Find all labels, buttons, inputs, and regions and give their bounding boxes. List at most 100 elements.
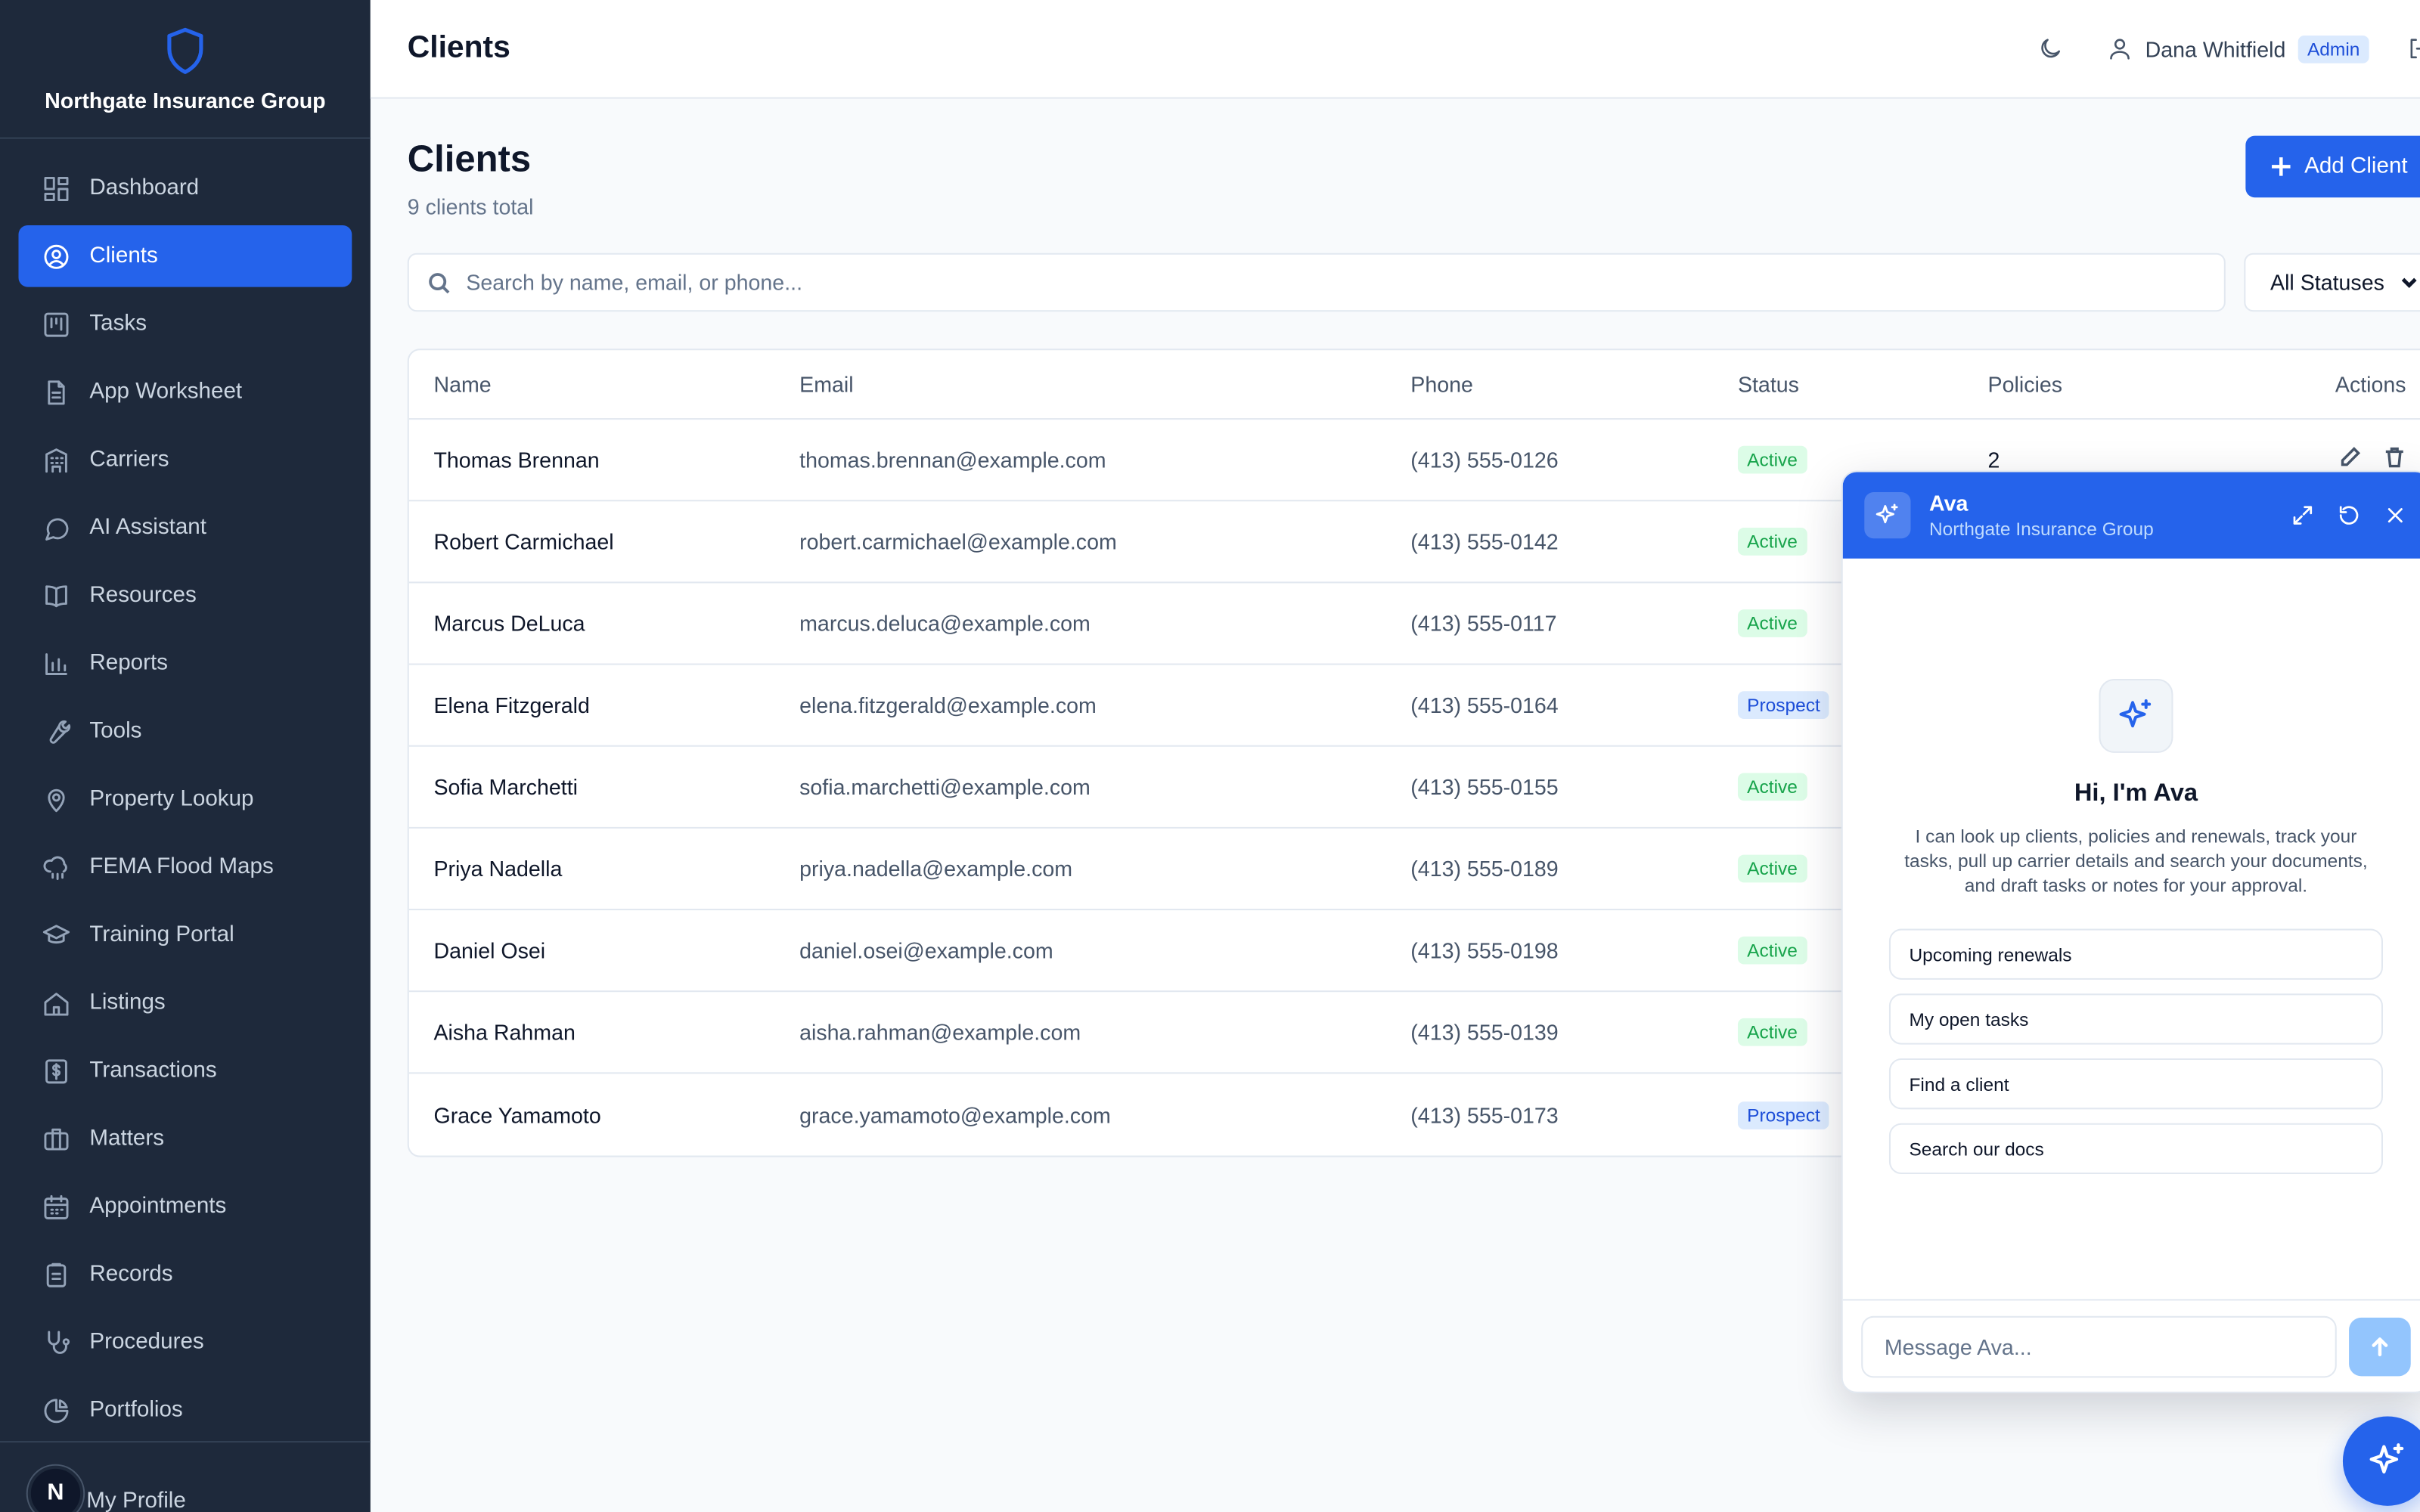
map-pin-icon bbox=[40, 784, 71, 815]
moon-icon[interactable] bbox=[2037, 36, 2064, 62]
sidebar-item-label: App Worksheet bbox=[89, 380, 243, 404]
sidebar-item-label: Tools bbox=[89, 719, 142, 744]
brand-name: Northgate Insurance Group bbox=[45, 87, 326, 112]
chat-body: Hi, I'm Ava I can look up clients, polic… bbox=[1843, 559, 2420, 1306]
client-name[interactable]: Marcus DeLuca bbox=[409, 611, 799, 636]
client-phone: (413) 555-0189 bbox=[1410, 856, 1559, 881]
sidebar-item-label: Reports bbox=[89, 651, 169, 676]
status-badge: Active bbox=[1737, 609, 1807, 637]
client-name[interactable]: Daniel Osei bbox=[409, 938, 799, 963]
home-icon bbox=[40, 987, 71, 1018]
my-profile-link[interactable]: My Profile bbox=[86, 1488, 186, 1512]
suggestion-button[interactable]: Search our docs bbox=[1888, 1123, 2383, 1175]
sidebar-item-portfolios[interactable]: Portfolios bbox=[18, 1379, 352, 1441]
sidebar-item-appointments[interactable]: Appointments bbox=[18, 1176, 352, 1238]
sidebar-item-label: Matters bbox=[89, 1126, 165, 1151]
clipboard-icon bbox=[40, 1259, 71, 1290]
column-header-policies[interactable]: Policies bbox=[1988, 372, 2189, 397]
message-input[interactable] bbox=[1884, 1334, 2314, 1359]
send-button[interactable] bbox=[2349, 1316, 2411, 1376]
client-count: 9 clients total bbox=[407, 194, 534, 219]
sidebar-item-label: Tasks bbox=[89, 311, 147, 336]
client-name[interactable]: Robert Carmichael bbox=[409, 529, 799, 554]
client-name[interactable]: Sofia Marchetti bbox=[409, 774, 799, 799]
column-header-status[interactable]: Status bbox=[1738, 372, 1988, 397]
status-filter-select[interactable]: All Statuses bbox=[2244, 253, 2420, 312]
message-field[interactable] bbox=[1861, 1315, 2337, 1377]
sparkles-icon bbox=[2099, 678, 2173, 753]
client-phone: (413) 555-0142 bbox=[1410, 528, 1559, 554]
book-icon bbox=[40, 580, 71, 611]
add-client-button[interactable]: Add Client bbox=[2245, 135, 2420, 198]
suggestion-button[interactable]: My open tasks bbox=[1888, 993, 2383, 1045]
search-box[interactable] bbox=[407, 253, 2226, 312]
avatar[interactable]: N bbox=[27, 1464, 84, 1512]
sidebar-item-transactions[interactable]: Transactions bbox=[18, 1040, 352, 1101]
suggestion-button[interactable]: Upcoming renewals bbox=[1888, 928, 2383, 980]
column-header-actions: Actions bbox=[2335, 371, 2406, 397]
sidebar-item-carriers[interactable]: Carriers bbox=[18, 429, 352, 491]
suggestion-list: Upcoming renewals My open tasks Find a c… bbox=[1888, 928, 2383, 1188]
sidebar-item-label: Property Lookup bbox=[89, 786, 254, 812]
user-menu[interactable]: Dana Whitfield Admin bbox=[2107, 34, 2369, 63]
client-name[interactable]: Priya Nadella bbox=[409, 857, 799, 881]
client-email: marcus.deluca@example.com bbox=[799, 611, 1091, 636]
sidebar-item-fema-flood-maps[interactable]: FEMA Flood Maps bbox=[18, 836, 352, 898]
sidebar-item-label: Listings bbox=[89, 990, 166, 1015]
client-name[interactable]: Aisha Rahman bbox=[409, 1020, 799, 1045]
chat-bubble-icon bbox=[40, 513, 71, 544]
topbar: Clients Dana Whitfield Admin bbox=[370, 0, 2420, 99]
assistant-name: Ava bbox=[1929, 490, 1969, 516]
status-badge: Active bbox=[1737, 527, 1807, 556]
sidebar-item-tools[interactable]: Tools bbox=[18, 701, 352, 763]
sidebar-item-matters[interactable]: Matters bbox=[18, 1108, 352, 1170]
client-email: aisha.rahman@example.com bbox=[799, 1019, 1081, 1045]
sidebar-item-dashboard[interactable]: Dashboard bbox=[18, 157, 352, 219]
close-icon[interactable] bbox=[2383, 503, 2408, 528]
column-header-email[interactable]: Email bbox=[799, 372, 1410, 397]
client-phone: (413) 555-0198 bbox=[1410, 937, 1559, 963]
search-input[interactable] bbox=[466, 270, 2206, 295]
sidebar-item-app-worksheet[interactable]: App Worksheet bbox=[18, 361, 352, 423]
status-badge: Active bbox=[1737, 1018, 1807, 1046]
sidebar-item-reports[interactable]: Reports bbox=[18, 633, 352, 695]
sparkles-icon bbox=[2369, 1443, 2404, 1474]
logout-icon[interactable] bbox=[2406, 36, 2420, 62]
bar-chart-icon bbox=[40, 648, 71, 679]
wrench-icon bbox=[40, 716, 71, 747]
refresh-icon[interactable] bbox=[2337, 503, 2362, 528]
add-client-label: Add Client bbox=[2304, 154, 2408, 179]
sidebar-item-tasks[interactable]: Tasks bbox=[18, 293, 352, 355]
shield-icon bbox=[167, 26, 203, 73]
expand-icon[interactable] bbox=[2291, 503, 2316, 528]
sidebar-item-label: Clients bbox=[89, 243, 158, 269]
sidebar-item-training-portal[interactable]: Training Portal bbox=[18, 904, 352, 966]
sidebar-item-label: Carriers bbox=[89, 447, 169, 472]
sidebar-footer[interactable]: N My Profile bbox=[0, 1441, 371, 1512]
sidebar-item-clients[interactable]: Clients bbox=[18, 225, 352, 287]
sidebar-item-resources[interactable]: Resources bbox=[18, 565, 352, 627]
sidebar-item-label: Procedures bbox=[89, 1330, 204, 1355]
chat-intro: I can look up clients, policies and rene… bbox=[1904, 825, 2368, 897]
table-header: Name Email Phone Status Policies Actions bbox=[408, 350, 2420, 420]
client-name[interactable]: Grace Yamamoto bbox=[409, 1102, 799, 1127]
column-header-name[interactable]: Name bbox=[409, 372, 799, 397]
sidebar: Northgate Insurance Group Dashboard Clien… bbox=[0, 0, 371, 1512]
edit-icon[interactable] bbox=[2338, 446, 2362, 469]
client-email: robert.carmichael@example.com bbox=[799, 528, 1117, 554]
sidebar-item-procedures[interactable]: Procedures bbox=[18, 1312, 352, 1374]
sidebar-item-property-lookup[interactable]: Property Lookup bbox=[18, 768, 352, 830]
sidebar-item-records[interactable]: Records bbox=[18, 1244, 352, 1306]
status-badge: Prospect bbox=[1737, 1101, 1830, 1129]
client-name[interactable]: Elena Fitzgerald bbox=[409, 692, 799, 717]
column-header-phone[interactable]: Phone bbox=[1410, 372, 1738, 397]
kanban-icon bbox=[40, 308, 71, 339]
dollar-receipt-icon bbox=[40, 1055, 71, 1086]
sidebar-item-ai-assistant[interactable]: AI Assistant bbox=[18, 497, 352, 559]
sidebar-item-listings[interactable]: Listings bbox=[18, 972, 352, 1034]
client-email: sofia.marchetti@example.com bbox=[799, 774, 1091, 800]
suggestion-button[interactable]: Find a client bbox=[1888, 1058, 2383, 1110]
client-name[interactable]: Thomas Brennan bbox=[409, 448, 799, 472]
trash-icon[interactable] bbox=[2383, 446, 2406, 469]
graduation-cap-icon bbox=[40, 919, 71, 950]
